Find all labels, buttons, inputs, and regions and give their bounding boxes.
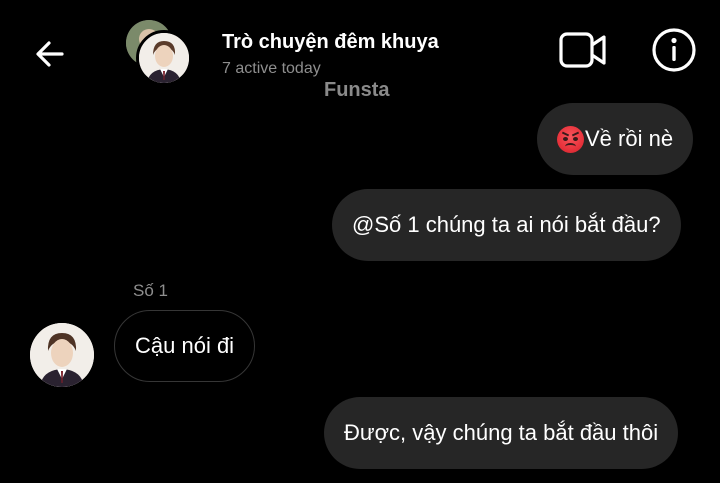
message-text: @Số 1 chúng ta ai nói bắt đầu? [352,212,661,237]
sender-name: Số 1 [133,281,168,300]
sender-avatar[interactable] [30,323,94,387]
info-button[interactable] [648,24,700,76]
group-avatar[interactable] [124,18,196,90]
message-bubble[interactable]: Được, vậy chúng ta bắt đầu thôi [324,397,679,469]
message-bubble[interactable]: Về rồi nè [537,103,694,175]
back-button[interactable] [22,26,78,82]
info-icon [652,28,696,72]
active-status: 7 active today [222,60,321,77]
message-text: Về rồi nè [585,126,674,151]
message-bubble[interactable]: @Số 1 chúng ta ai nói bắt đầu? [332,189,681,261]
group-member-avatar [136,30,192,86]
thread-title[interactable]: Trò chuyện đêm khuya [222,31,439,54]
message-text: Được, vậy chúng ta bắt đầu thôi [344,420,659,445]
watermark: Funsta [324,79,390,101]
angry-face-icon [557,125,584,153]
message-text: Cậu nói đi [135,333,235,358]
message-bubble[interactable]: Cậu nói đi [114,310,256,382]
video-call-button[interactable] [556,26,610,74]
arrow-left-icon [36,41,64,67]
video-camera-icon [559,32,606,68]
